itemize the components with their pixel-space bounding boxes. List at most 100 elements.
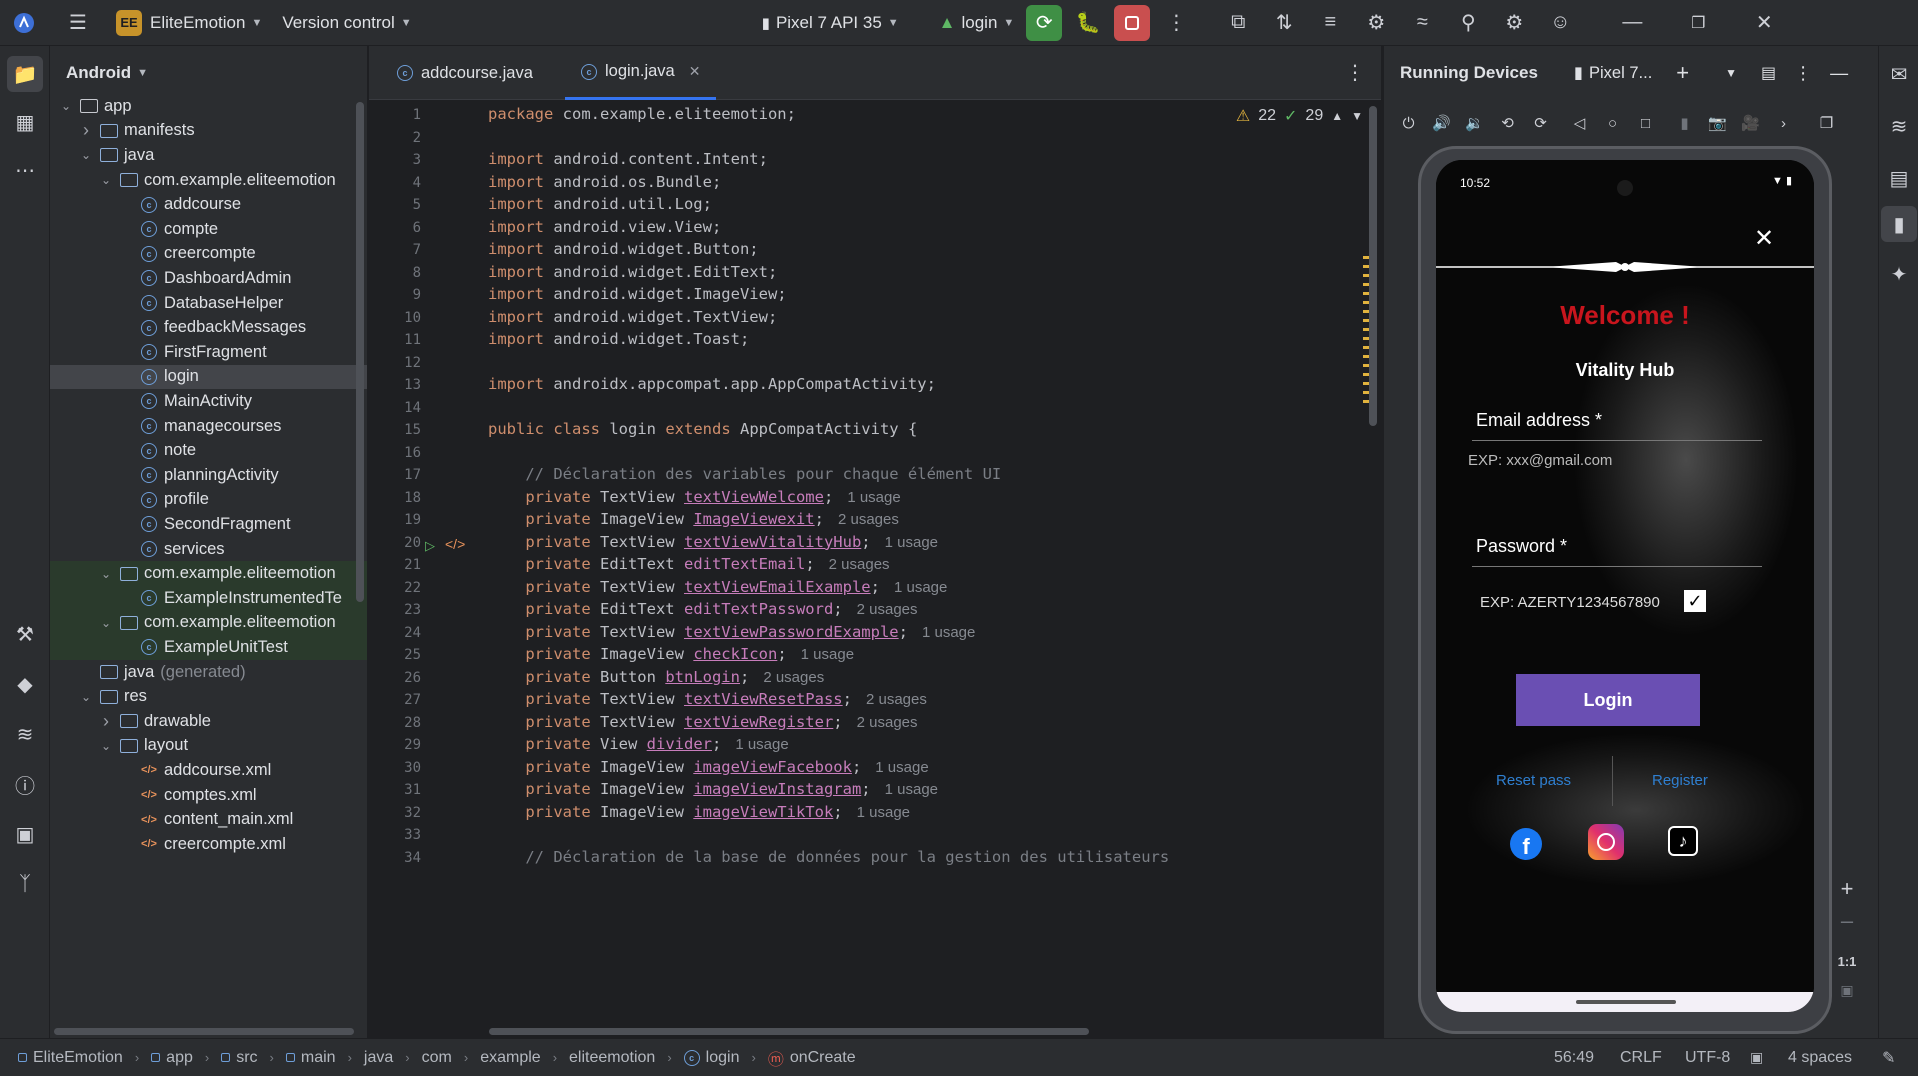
project-view-selector[interactable]: Android ▼ bbox=[50, 46, 367, 100]
email-hint[interactable]: EXP: xxx@gmail.com bbox=[1468, 452, 1612, 469]
tree-item[interactable]: c ExampleUnitTest bbox=[50, 635, 367, 660]
minimize-icon[interactable]: — bbox=[1614, 5, 1650, 41]
tree-item[interactable]: ⌄ layout bbox=[50, 734, 367, 759]
breadcrumb-item[interactable]: app bbox=[151, 1049, 193, 1067]
tree-item[interactable]: c MainActivity bbox=[50, 389, 367, 414]
usage-hint[interactable]: 1 usage bbox=[875, 759, 928, 776]
usage-hint[interactable]: 2 usages bbox=[857, 714, 918, 731]
tree-item[interactable]: c login bbox=[50, 364, 367, 390]
tree-item[interactable]: c compte bbox=[50, 217, 367, 242]
usage-hint[interactable]: 2 usages bbox=[838, 511, 899, 528]
tree-item[interactable]: c creercompte bbox=[50, 242, 367, 267]
breadcrumb-item[interactable]: java bbox=[364, 1049, 393, 1067]
power-icon[interactable]: ⏻ bbox=[1392, 115, 1425, 132]
restore-icon[interactable]: ❐ bbox=[1680, 5, 1716, 41]
zoom-out-icon[interactable]: – bbox=[1832, 908, 1862, 934]
logcat-cat-icon[interactable]: ≋ bbox=[7, 716, 43, 752]
usage-hint[interactable]: 2 usages bbox=[857, 601, 918, 618]
next-highlight-icon[interactable]: ▼ bbox=[1351, 109, 1363, 123]
settings-gear-icon[interactable]: ⚙ bbox=[1496, 5, 1532, 41]
breadcrumb-item[interactable]: EliteEmotion bbox=[18, 1049, 123, 1067]
tree-item[interactable]: </> addcourse.xml bbox=[50, 758, 367, 783]
device-explorer-icon[interactable]: ▤ bbox=[1881, 160, 1917, 196]
expand-open-icon[interactable]: ⌄ bbox=[78, 690, 94, 704]
breadcrumb-item[interactable]: c login bbox=[683, 1049, 739, 1067]
zoom-in-icon[interactable]: + bbox=[1832, 876, 1862, 902]
tree-item[interactable]: ⌄ res bbox=[50, 684, 367, 709]
instagram-icon[interactable] bbox=[1588, 824, 1624, 860]
tree-item[interactable]: ⌄ com.example.eliteemotion bbox=[50, 610, 367, 636]
more-tools-icon[interactable]: ⋯ bbox=[7, 152, 43, 188]
breadcrumb-item[interactable]: example bbox=[480, 1049, 540, 1067]
usage-hint[interactable]: 1 usage bbox=[885, 534, 938, 551]
login-button[interactable]: Login bbox=[1516, 674, 1700, 726]
tree-item[interactable]: ⌄ java bbox=[50, 143, 367, 168]
device-manager-icon[interactable]: ⚙ bbox=[1358, 5, 1394, 41]
tree-item[interactable]: c services bbox=[50, 537, 367, 562]
hide-panel-icon[interactable]: — bbox=[1830, 63, 1848, 84]
apply-changes-icon[interactable]: ⟳ bbox=[1026, 4, 1063, 41]
device-selector[interactable]: ▮ Pixel 7 API 35 ▼ bbox=[762, 13, 899, 33]
home-icon[interactable]: ○ bbox=[1596, 115, 1629, 132]
facebook-icon[interactable]: f bbox=[1510, 828, 1542, 860]
expand-closed-icon[interactable]: › bbox=[98, 711, 114, 732]
problems-icon[interactable]: ⓘ bbox=[7, 766, 43, 802]
stop-icon[interactable] bbox=[1114, 4, 1151, 41]
tree-item[interactable]: ⌄ com.example.eliteemotion bbox=[50, 168, 367, 193]
back-icon[interactable]: ◁ bbox=[1563, 114, 1596, 132]
tiktok-icon[interactable]: ♪ bbox=[1668, 826, 1698, 856]
tree-item[interactable]: c addcourse bbox=[50, 192, 367, 217]
breadcrumb-item[interactable]: main bbox=[285, 1049, 336, 1067]
tree-item[interactable]: c DatabaseHelper bbox=[50, 291, 367, 316]
tree-item[interactable]: java (generated) bbox=[50, 660, 367, 685]
vcs-widget-icon[interactable]: ✎ bbox=[1882, 1048, 1895, 1068]
zoom-fit-icon[interactable]: ▣ bbox=[1832, 982, 1862, 999]
rotate-left-icon[interactable]: ⟲ bbox=[1491, 114, 1524, 132]
tree-item[interactable]: c DashboardAdmin bbox=[50, 266, 367, 291]
usage-hint[interactable]: 2 usages bbox=[829, 556, 890, 573]
device-tab[interactable]: ▮ Pixel 7... bbox=[1574, 63, 1652, 83]
add-device-icon[interactable]: + bbox=[1676, 60, 1689, 86]
project-selector[interactable]: EE EliteEmotion ▼ bbox=[116, 9, 262, 36]
device-screen[interactable]: 10:52 ▼ ▮ ✕ Welcome ! Vitality Hub Email… bbox=[1436, 160, 1814, 1012]
volume-down-icon[interactable]: 🔉 bbox=[1458, 114, 1491, 132]
close-tab-icon[interactable]: ✕ bbox=[689, 63, 701, 80]
checkbox-checked-icon[interactable]: ✓ bbox=[1684, 590, 1706, 612]
build-hammer-icon[interactable]: ⚒ bbox=[7, 616, 43, 652]
expand-open-icon[interactable]: ⌄ bbox=[78, 148, 94, 162]
tree-hscrollbar[interactable] bbox=[54, 1028, 354, 1035]
overview-icon[interactable]: □ bbox=[1629, 115, 1662, 132]
line-separator[interactable]: CRLF bbox=[1620, 1049, 1662, 1067]
expand-open-icon[interactable]: ⌄ bbox=[98, 739, 114, 753]
git-branch-icon[interactable]: ᛉ bbox=[7, 866, 43, 902]
tree-item[interactable]: c ExampleInstrumentedTe bbox=[50, 586, 367, 611]
editor-hscrollbar[interactable] bbox=[489, 1028, 1089, 1035]
close-window-icon[interactable]: ✕ bbox=[1746, 5, 1782, 41]
tree-item[interactable]: c managecourses bbox=[50, 414, 367, 439]
editor-vscrollbar[interactable] bbox=[1369, 106, 1377, 426]
usage-hint[interactable]: 1 usage bbox=[922, 624, 975, 641]
breadcrumb-item[interactable]: ⓜ onCreate bbox=[768, 1046, 856, 1070]
gemini-sparkle-icon[interactable]: ✦ bbox=[1881, 256, 1917, 292]
usage-hint[interactable]: 1 usage bbox=[885, 781, 938, 798]
tab-options-icon[interactable]: ⋮ bbox=[1345, 60, 1365, 85]
implement-gutter-icon[interactable]: </> bbox=[445, 536, 465, 552]
expand-open-icon[interactable]: ⌄ bbox=[98, 173, 114, 187]
usage-hint[interactable]: 2 usages bbox=[866, 691, 927, 708]
more-actions-icon[interactable]: ⋮ bbox=[1158, 5, 1194, 41]
fold-icon[interactable]: ▮ bbox=[1668, 114, 1701, 132]
expand-open-icon[interactable]: ⌄ bbox=[58, 99, 74, 113]
screen-record-icon[interactable]: 🎥 bbox=[1734, 114, 1767, 132]
close-screen-icon[interactable]: ✕ bbox=[1754, 224, 1774, 253]
project-folder-icon[interactable]: 📁 bbox=[7, 56, 43, 92]
usage-hint[interactable]: 1 usage bbox=[894, 579, 947, 596]
file-encoding[interactable]: UTF-8 bbox=[1685, 1049, 1730, 1067]
main-menu-icon[interactable]: ☰ bbox=[60, 5, 96, 41]
breadcrumb-item[interactable]: src bbox=[221, 1049, 258, 1067]
usage-hint[interactable]: 2 usages bbox=[763, 669, 824, 686]
panel-options-icon[interactable]: ⋮ bbox=[1794, 63, 1812, 84]
indent-setting[interactable]: 4 spaces bbox=[1788, 1049, 1852, 1067]
tree-item[interactable]: c feedbackMessages bbox=[50, 315, 367, 340]
rotate-right-icon[interactable]: ⟳ bbox=[1524, 114, 1557, 132]
gem-icon[interactable]: ◆ bbox=[7, 666, 43, 702]
